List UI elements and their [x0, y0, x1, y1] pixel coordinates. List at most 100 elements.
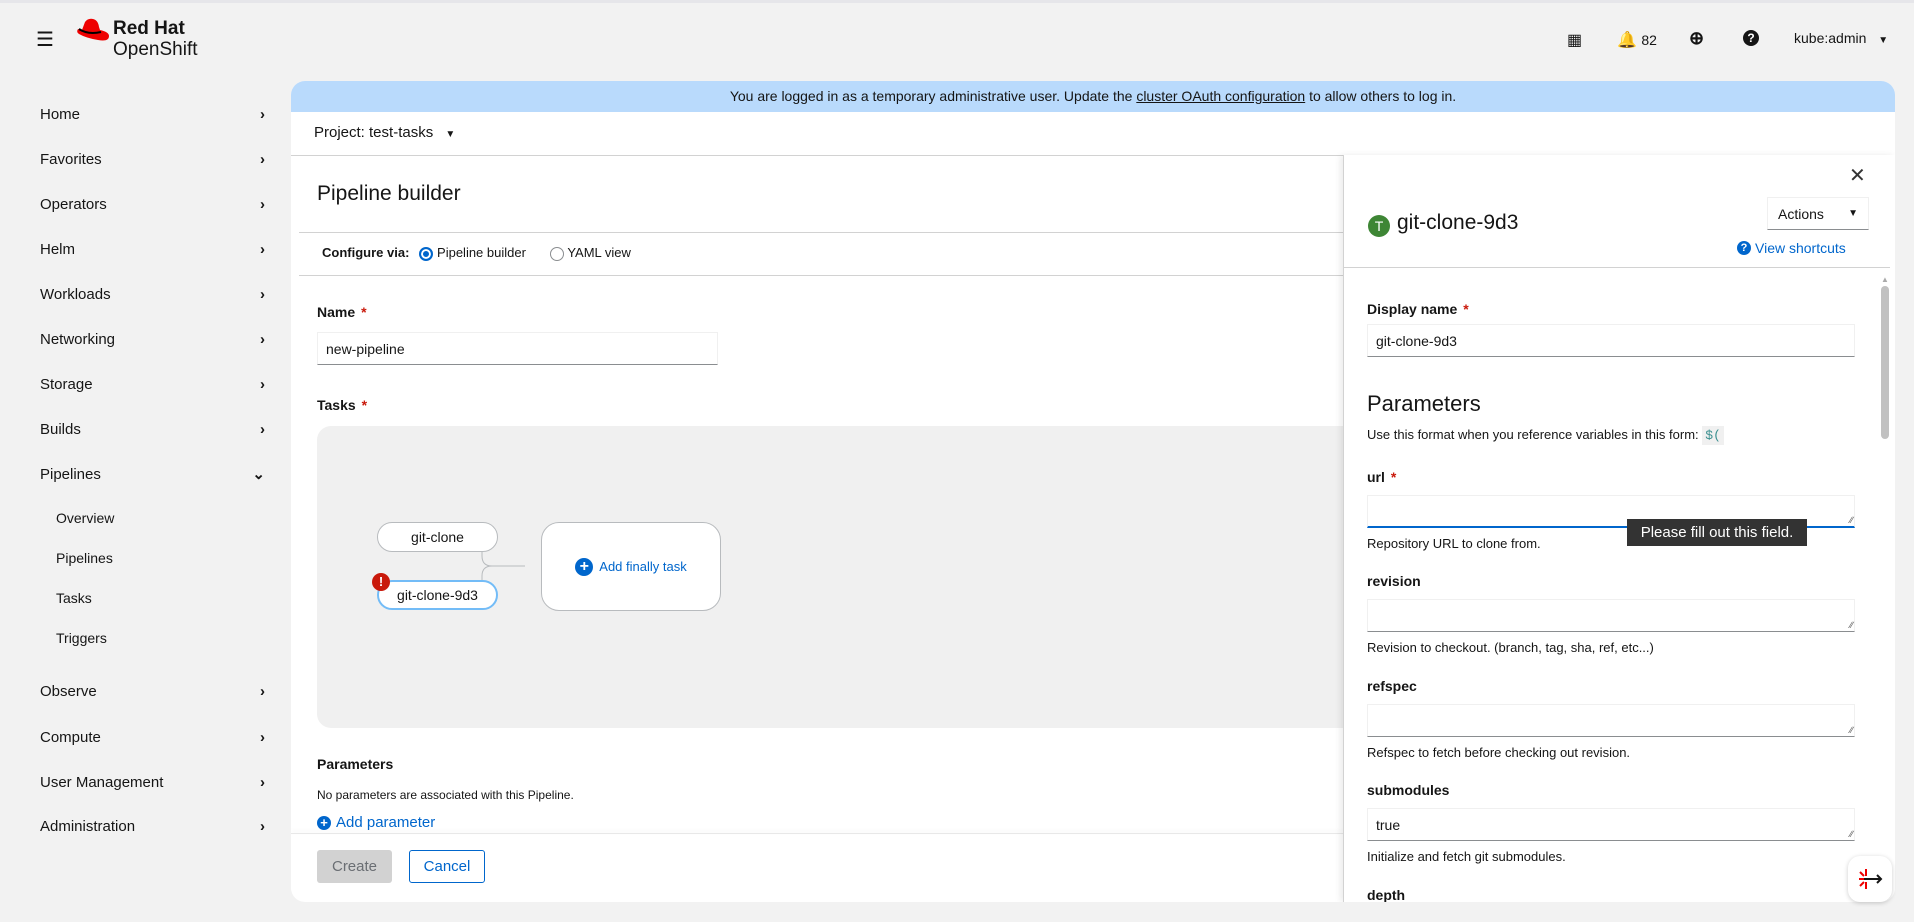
sidebar-item-label: Compute — [40, 728, 101, 746]
resize-handle-icon[interactable]: ∕∕ — [1850, 725, 1853, 735]
radio-label: YAML view — [567, 245, 631, 260]
chevron-right-icon: › — [260, 817, 265, 835]
param-help-revision: Revision to checkout. (branch, tag, sha,… — [1367, 640, 1654, 655]
param-help-refspec: Refspec to fetch before checking out rev… — [1367, 745, 1631, 760]
notifications-count: 82 — [1641, 32, 1657, 48]
sidebar-item-compute[interactable]: Compute › — [40, 722, 265, 752]
task-node-git-clone-9d3[interactable]: git-clone-9d3 — [377, 580, 498, 610]
radio-unchecked[interactable] — [549, 246, 564, 261]
app-launcher-icon[interactable]: ▦ — [1567, 30, 1582, 50]
close-icon[interactable]: ✕ — [1849, 163, 1866, 188]
display-name-input[interactable]: git-clone-9d3 — [1367, 324, 1855, 357]
param-label-refspec: refspec — [1367, 678, 1417, 694]
sidebar-item-label: Favorites — [40, 150, 102, 168]
oauth-link[interactable]: cluster OAuth configuration — [1136, 88, 1305, 104]
task-badge-icon: T — [1368, 215, 1390, 237]
admin-banner: You are logged in as a temporary adminis… — [291, 81, 1895, 112]
view-shortcuts-link[interactable]: ? View shortcuts — [1737, 240, 1846, 256]
chevron-right-icon: › — [260, 330, 265, 348]
resize-handle-icon[interactable]: ∕∕ — [1850, 829, 1853, 839]
project-selector[interactable]: Project: test-tasks ▼ — [314, 124, 455, 141]
param-input-revision[interactable]: ∕∕ — [1367, 599, 1855, 632]
lightspeed-assistant-button[interactable] — [1848, 856, 1892, 902]
sidebar-item-favorites[interactable]: Favorites › — [40, 144, 265, 174]
chevron-right-icon: › — [260, 285, 265, 303]
sidebar-item-label: Helm — [40, 240, 76, 258]
sidebar-subitem-tasks[interactable]: Tasks — [56, 590, 92, 606]
sidebar-subitem-pipelines[interactable]: Pipelines — [56, 550, 113, 566]
sidebar-item-pipelines[interactable]: Pipelines ⌄ — [40, 459, 265, 489]
sidebar-item-label: Workloads — [40, 285, 111, 303]
chevron-down-icon: ⌄ — [252, 466, 265, 483]
cancel-button[interactable]: Cancel — [409, 850, 485, 883]
sidebar-subitem-overview[interactable]: Overview — [56, 510, 114, 526]
drawer-title: git-clone-9d3 — [1397, 211, 1519, 234]
sidebar-item-label: Observe — [40, 682, 97, 700]
view-shortcuts-label: View shortcuts — [1755, 240, 1846, 256]
task-node-git-clone[interactable]: git-clone — [377, 522, 498, 552]
param-label-submodules: submodules — [1367, 782, 1450, 798]
chevron-right-icon: › — [260, 195, 265, 213]
configure-via-label: Configure via: — [322, 245, 410, 261]
actions-dropdown[interactable]: Actions ▼ — [1767, 197, 1869, 230]
hamburger-menu-icon[interactable]: ☰ — [36, 30, 54, 50]
chevron-right-icon: › — [260, 682, 265, 700]
project-bar: Project: test-tasks ▼ — [291, 112, 1895, 156]
sidebar-item-label: Administration — [40, 817, 136, 835]
sidebar-item-label: Operators — [40, 195, 107, 213]
sidebar-item-networking[interactable]: Networking › — [40, 324, 265, 354]
help-icon[interactable]: ? — [1743, 30, 1759, 46]
chevron-right-icon: › — [260, 728, 265, 746]
create-button[interactable]: Create — [317, 850, 392, 883]
add-finally-task-button[interactable]: + Add finally task — [541, 522, 721, 611]
sidebar-item-observe[interactable]: Observe › — [40, 676, 265, 706]
param-input-refspec[interactable]: ∕∕ — [1367, 704, 1855, 737]
divider — [299, 275, 1349, 276]
chevron-right-icon: › — [260, 375, 265, 393]
brand-line1: Red Hat — [113, 18, 185, 39]
name-input[interactable]: new-pipeline — [317, 332, 718, 365]
sidebar-item-administration[interactable]: Administration › — [40, 811, 265, 841]
chevron-right-icon: › — [260, 150, 265, 168]
sidebar-item-home[interactable]: Home › — [40, 99, 265, 129]
radio-pipeline-builder[interactable]: Pipeline builder — [419, 245, 526, 261]
param-input-submodules[interactable]: true ∕∕ — [1367, 808, 1855, 841]
scrollbar-thumb[interactable] — [1881, 286, 1889, 439]
validation-tooltip: Please fill out this field. — [1627, 519, 1807, 546]
caret-down-icon: ▼ — [1878, 35, 1889, 46]
help-icon: ? — [1737, 241, 1751, 255]
sidebar-item-builds[interactable]: Builds › — [40, 414, 265, 444]
user-menu[interactable]: kube:admin ▼ — [1794, 30, 1888, 46]
sidebar-item-workloads[interactable]: Workloads › — [40, 279, 265, 309]
sidebar-item-user-management[interactable]: User Management › — [40, 767, 265, 797]
configure-via-group: Configure via: Pipeline builder YAML vie… — [322, 245, 631, 261]
radio-label: Pipeline builder — [437, 245, 526, 260]
add-icon[interactable]: ⊕ — [1689, 28, 1704, 49]
add-parameter-button[interactable]: + Add parameter — [317, 814, 435, 831]
project-label: Project: test-tasks — [314, 124, 434, 141]
resize-handle-icon[interactable]: ∕∕ — [1850, 620, 1853, 630]
sidebar-item-operators[interactable]: Operators › — [40, 189, 265, 219]
resize-handle-icon[interactable]: ∕∕ — [1850, 515, 1853, 525]
sidebar-item-helm[interactable]: Helm › — [40, 234, 265, 264]
sidebar-item-label: User Management — [40, 773, 164, 791]
sidebar-item-label: Home — [40, 105, 81, 123]
page-title: Pipeline builder — [317, 182, 461, 205]
sidebar-item-storage[interactable]: Storage › — [40, 369, 265, 399]
param-help-url: Repository URL to clone from. — [1367, 536, 1541, 551]
tasks-label: Tasks * — [317, 397, 368, 413]
radio-checked[interactable] — [419, 246, 434, 261]
top-border — [0, 0, 1914, 3]
actions-label: Actions — [1778, 205, 1824, 222]
plus-circle-icon: + — [575, 557, 594, 576]
task-sidebar-drawer: ✕ T git-clone-9d3 Actions ▼ ? View shortcu… — [1343, 155, 1895, 902]
notifications-button[interactable]: 🔔 82 — [1617, 30, 1657, 50]
param-label-depth: depth — [1367, 887, 1406, 902]
pipeline-graph: git-clone git-clone-9d3 ! + Add finally … — [317, 426, 1417, 728]
radio-yaml-view[interactable]: YAML view — [549, 245, 631, 261]
sidebar-item-label: Networking — [40, 330, 116, 348]
param-label-url: url * — [1367, 469, 1397, 485]
sidebar-subitem-triggers[interactable]: Triggers — [56, 630, 107, 646]
param-value: true — [1376, 816, 1401, 833]
redhat-logo-icon[interactable] — [76, 18, 110, 48]
